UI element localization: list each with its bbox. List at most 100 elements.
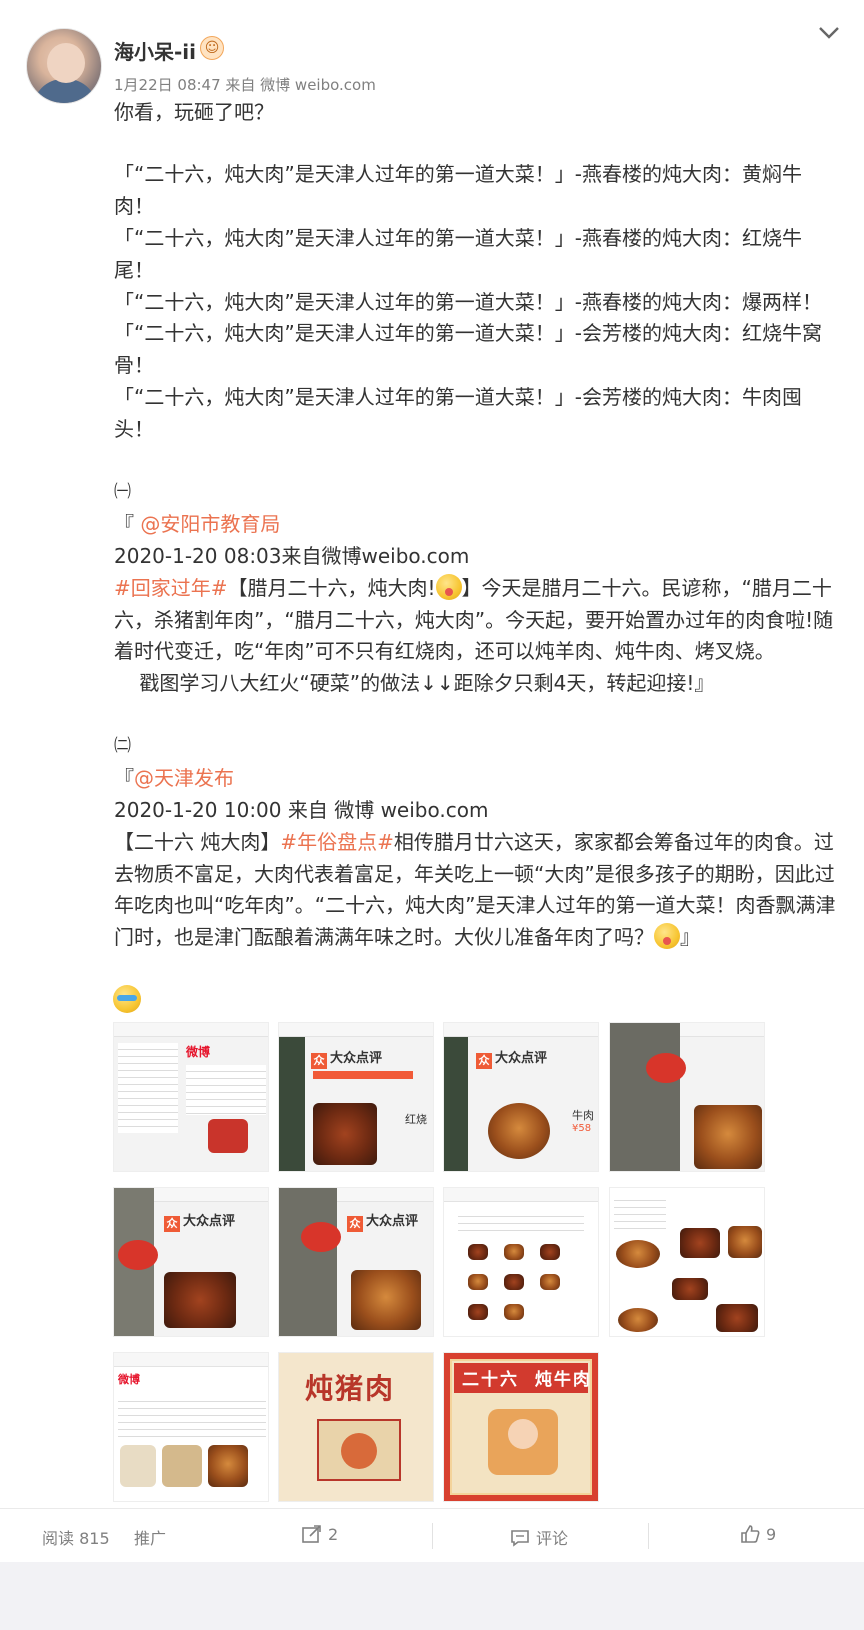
quote2-line3: 年吃肉也叫“吃年肉”。“二十六，炖大肉”是天津人过年的第一道大菜！肉香飘满津 [114,893,836,917]
member-badge-icon: ☺ [200,36,224,60]
hashtag-link[interactable]: #回家过年# [114,576,228,600]
poster-title: 二十六 炖牛肉 [462,1370,592,1390]
weibo-post-card: 海小呆-ii ☺ 1月22日 08:47 来自 微博 weibo.com 你看，… [0,0,864,1630]
browser-bar [337,1188,433,1202]
body-line: 肉！ [114,194,154,218]
browser-bar [279,1023,433,1037]
image-thumbnail[interactable]: 众大众点评 [278,1187,434,1337]
mention-link[interactable]: @天津发布 [134,766,234,790]
repost-count: 2 [328,1525,339,1544]
image-thumbnail[interactable]: 众大众点评 红烧 [278,1022,434,1172]
text-lines [186,1065,266,1115]
image-thumbnail[interactable] [609,1022,765,1172]
thumbs-up-icon [741,1525,760,1543]
image-thumbnail[interactable]: 炖猪肉 [278,1352,434,1502]
quote-text: 【二十六 炖大肉】 [114,830,281,854]
repost-button[interactable]: 2 [302,1525,338,1544]
poster-figure [341,1433,377,1469]
repost-icon [302,1525,321,1543]
food-photo [468,1244,488,1260]
quote2-index: ㈡ [114,736,131,756]
storefront-photo [444,1037,468,1171]
poster-thumb [162,1445,202,1487]
image-thumbnail[interactable]: 众大众点评 [113,1187,269,1337]
post-meta: 1月22日 08:47 来自 微博 weibo.com [114,76,376,94]
quote2-line4: 门时，也是津门酝酿着满满年味之时。大伙儿准备年肉了吗？ 』 [114,923,700,951]
food-photo [728,1226,762,1258]
crying-laughing-emoji-icon [113,985,141,1017]
food-photo [468,1304,488,1320]
lantern [301,1222,341,1252]
food-photo [208,1119,248,1153]
food-photo [540,1244,560,1260]
quote-text: 相传腊月廿六这天，家家都会筹备过年的肉食。过 [393,830,834,854]
quote-open-bracket: 『 [114,512,134,536]
poster-figure [508,1419,538,1449]
username[interactable]: 海小呆-ii [114,36,196,65]
comment-icon [511,1530,529,1547]
food-photo [672,1278,708,1300]
like-button[interactable]: 9 [740,1525,776,1544]
dianping-logo: 众大众点评 [164,1210,235,1232]
dianping-logo: 众大众点评 [476,1047,547,1069]
quote2-line2: 去物质不富足，大肉代表着富足，年关吃上一顿“大肉”是很多孩子的期盼，因此过 [114,862,835,886]
browser-bar [154,1188,268,1202]
body-line: 「“二十六，炖大肉”是天津人过年的第一道大菜！」-燕春楼的炖大肉：红烧牛 [114,226,802,250]
image-thumbnail[interactable]: 众大众点评 牛肉 ¥58 [443,1022,599,1172]
body-line: 「“二十六，炖大肉”是天津人过年的第一道大菜！」-燕春楼的炖大肉：爆两样！ [114,290,822,314]
dish-snippet: 红烧 [405,1113,427,1126]
avatar[interactable] [26,28,102,104]
lantern [118,1240,158,1270]
body-line: 「“二十六，炖大肉”是天津人过年的第一道大菜！」-会芳楼的炖大肉：红烧牛窝 [114,321,822,345]
hashtag-link[interactable]: #年俗盘点# [280,830,394,854]
food-photo [504,1244,524,1260]
quote-text: 】今天是腊月二十六。民谚称，“腊月二十 [461,576,832,600]
image-thumbnail[interactable]: 二十六 炖牛肉 [443,1352,599,1502]
quote2-line1: 【二十六 炖大肉】#年俗盘点#相传腊月廿六这天，家家都会筹备过年的肉食。过 [114,828,834,856]
image-thumbnail[interactable]: 微博 [113,1022,269,1172]
storefront-photo [610,1023,680,1171]
weibo-logo: 微博 [118,1373,140,1386]
dish-snippet: 牛肉 [572,1109,594,1122]
food-photo [540,1274,560,1290]
food-photo [716,1304,758,1332]
food-photo [616,1240,660,1268]
mention-link[interactable]: @安阳市教育局 [140,512,280,536]
food-photo [504,1304,524,1320]
body-line: 尾！ [114,258,154,282]
text-lines [118,1043,178,1133]
browser-bar [444,1023,598,1037]
quote2-header: 『@天津发布 [114,764,234,792]
chevron-down-icon[interactable] [818,26,840,42]
quote-text: 【腊月二十六，炖大肉! [227,576,436,600]
browser-bar [114,1023,268,1037]
quote1-line4: 戳图学习八大红火“硬菜”的做法↓↓距除夕只剩4天，转起迎接!』 [114,671,715,695]
weibo-logo: 微博 [186,1045,211,1059]
food-photo [618,1308,658,1332]
body-line: 「“二十六，炖大肉”是天津人过年的第一道大菜！」-会芳楼的炖大肉：牛肉囤 [114,385,802,409]
food-photo [504,1274,524,1290]
food-photo [468,1274,488,1290]
quote1-line2: 六，杀猪割年肉”，“腊月二十六，炖大肉”。今天起，要开始置办过年的肉食啦!随 [114,608,834,632]
price-snippet: ¥58 [572,1123,592,1134]
dianping-logo: 众大众点评 [311,1047,382,1069]
food-photo [164,1272,236,1328]
image-thumbnail[interactable] [443,1187,599,1337]
text-lines [458,1210,584,1234]
tongue-emoji-icon [654,923,680,949]
promote-button[interactable]: 推广 [134,1525,166,1549]
image-thumbnail[interactable]: 微博 [113,1352,269,1502]
body-line: 骨！ [114,353,154,377]
comment-button[interactable]: 评论 [510,1525,568,1549]
poster-title: 炖猪肉 [305,1372,396,1405]
comment-label: 评论 [536,1529,569,1548]
browser-bar [114,1353,268,1367]
quote1-date: 2020-1-20 08:03来自微博weibo.com [114,544,470,568]
food-photo [208,1445,248,1487]
image-thumbnail[interactable] [609,1187,765,1337]
like-count: 9 [766,1525,777,1544]
avatar-face [47,43,85,83]
dianping-logo: 众大众点评 [347,1210,418,1232]
food-photo [351,1270,421,1330]
body-line: 头！ [114,417,154,441]
